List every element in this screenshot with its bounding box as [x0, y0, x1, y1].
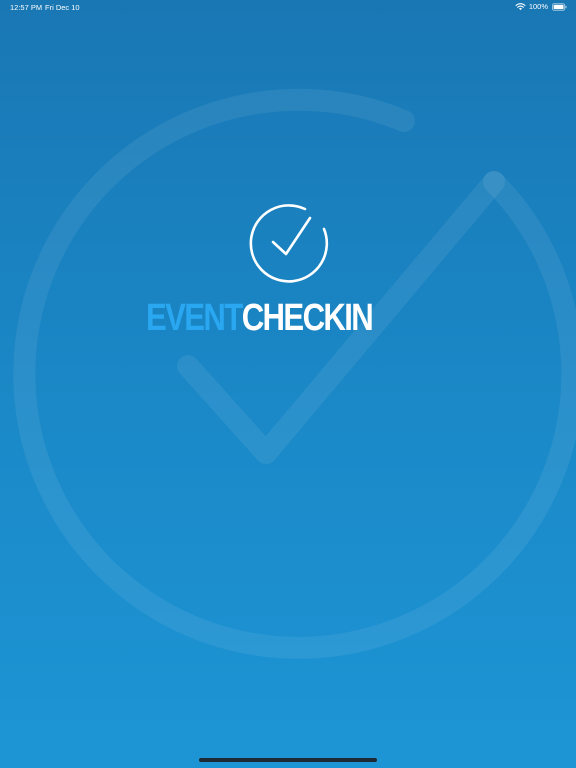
- wordmark-event: EVENT: [146, 297, 243, 339]
- background-check-circle-watermark: [13, 88, 576, 659]
- check-circle-logo-icon: [249, 204, 329, 283]
- status-bar: 12:57 PM Fri Dec 10 100%: [0, 0, 576, 14]
- status-time: 12:57 PM: [10, 3, 43, 12]
- status-date: Fri Dec 10: [45, 3, 80, 12]
- wordmark-checkin: CHECKIN: [241, 297, 374, 339]
- status-right-group: 100%: [515, 2, 567, 11]
- wifi-icon: [515, 3, 526, 11]
- battery-percent: 100%: [528, 2, 548, 11]
- battery-icon: [552, 2, 567, 11]
- home-indicator[interactable]: [199, 758, 377, 762]
- event-checkin-wordmark: EVENTCHECKIN: [146, 298, 379, 340]
